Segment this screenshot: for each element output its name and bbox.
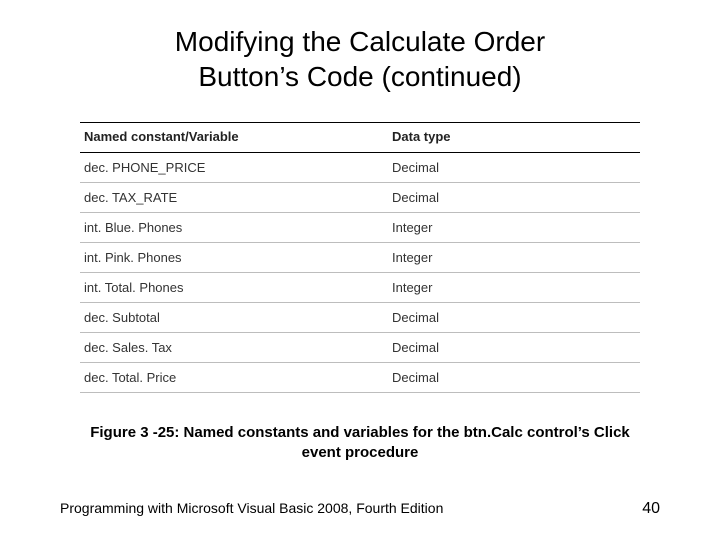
table-row: dec. Total. Price Decimal: [80, 363, 640, 393]
title-line-2: Button’s Code (continued): [198, 61, 521, 92]
title-line-1: Modifying the Calculate Order: [175, 26, 545, 57]
table-row: dec. PHONE_PRICE Decimal: [80, 153, 640, 183]
footer-text: Programming with Microsoft Visual Basic …: [60, 500, 443, 516]
cell-type: Decimal: [388, 363, 640, 393]
cell-name: int. Blue. Phones: [80, 213, 388, 243]
variables-table-wrap: Named constant/Variable Data type dec. P…: [80, 122, 640, 393]
slide: Modifying the Calculate Order Button’s C…: [0, 0, 720, 540]
cell-name: dec. Sales. Tax: [80, 333, 388, 363]
table-row: dec. Sales. Tax Decimal: [80, 333, 640, 363]
variables-table: Named constant/Variable Data type dec. P…: [80, 122, 640, 393]
cell-type: Decimal: [388, 303, 640, 333]
table-row: dec. TAX_RATE Decimal: [80, 183, 640, 213]
cell-type: Integer: [388, 273, 640, 303]
col-header-name: Named constant/Variable: [80, 123, 388, 153]
cell-name: dec. PHONE_PRICE: [80, 153, 388, 183]
table-row: int. Blue. Phones Integer: [80, 213, 640, 243]
page-number: 40: [642, 500, 660, 518]
slide-title: Modifying the Calculate Order Button’s C…: [60, 24, 660, 94]
cell-name: int. Pink. Phones: [80, 243, 388, 273]
cell-name: dec. Total. Price: [80, 363, 388, 393]
table-header-row: Named constant/Variable Data type: [80, 123, 640, 153]
figure-caption: Figure 3 -25: Named constants and variab…: [90, 423, 630, 462]
table-row: int. Pink. Phones Integer: [80, 243, 640, 273]
table-row: dec. Subtotal Decimal: [80, 303, 640, 333]
cell-type: Integer: [388, 243, 640, 273]
cell-name: dec. TAX_RATE: [80, 183, 388, 213]
cell-type: Decimal: [388, 183, 640, 213]
cell-type: Integer: [388, 213, 640, 243]
cell-name: int. Total. Phones: [80, 273, 388, 303]
cell-name: dec. Subtotal: [80, 303, 388, 333]
table-row: int. Total. Phones Integer: [80, 273, 640, 303]
slide-footer: Programming with Microsoft Visual Basic …: [60, 500, 660, 518]
col-header-type: Data type: [388, 123, 640, 153]
cell-type: Decimal: [388, 333, 640, 363]
cell-type: Decimal: [388, 153, 640, 183]
